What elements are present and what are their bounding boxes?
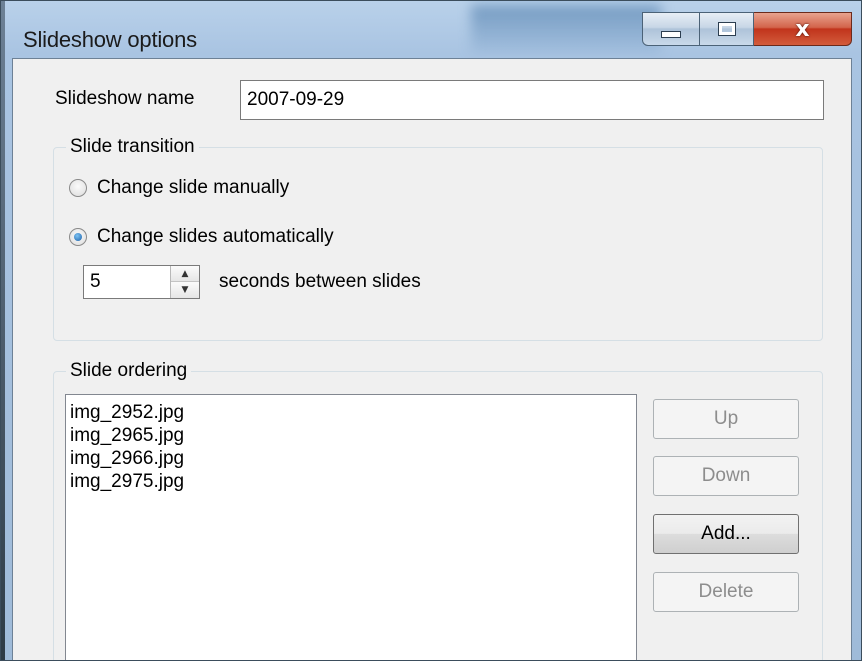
minimize-icon xyxy=(661,30,681,38)
spin-down-icon[interactable]: ▼ xyxy=(171,282,199,298)
dialog-client-area: Slideshow name Slide transition Change s… xyxy=(12,58,852,660)
list-item[interactable]: img_2966.jpg xyxy=(70,447,632,470)
spin-up-icon[interactable]: ▲ xyxy=(171,266,199,282)
radio-row-manual[interactable]: Change slide manually xyxy=(69,177,289,199)
list-item[interactable]: img_2975.jpg xyxy=(70,470,632,493)
dialog-window: Slideshow options x Slideshow name Slide… xyxy=(0,0,862,661)
add-button[interactable]: Add... xyxy=(653,514,799,554)
radio-manual[interactable] xyxy=(69,179,87,197)
titlebar-glow xyxy=(471,5,661,53)
window-title: Slideshow options xyxy=(23,27,197,52)
maximize-icon xyxy=(717,22,736,36)
caption-buttons: x xyxy=(642,12,852,46)
slide-list[interactable]: img_2952.jpg img_2965.jpg img_2966.jpg i… xyxy=(65,394,637,660)
slide-ordering-title: Slide ordering xyxy=(66,360,192,382)
close-button[interactable]: x xyxy=(754,12,852,46)
close-icon: x xyxy=(795,16,810,42)
radio-manual-label: Change slide manually xyxy=(97,177,290,198)
maximize-button[interactable] xyxy=(700,12,754,46)
seconds-input[interactable] xyxy=(84,266,174,298)
list-item[interactable]: img_2952.jpg xyxy=(70,401,632,424)
slideshow-name-input[interactable] xyxy=(240,80,824,120)
radio-automatic[interactable] xyxy=(69,228,87,246)
spin-buttons: ▲ ▼ xyxy=(170,266,199,298)
list-item[interactable]: img_2965.jpg xyxy=(70,424,632,447)
seconds-label: seconds between slides xyxy=(219,271,421,292)
slide-transition-title: Slide transition xyxy=(66,136,199,158)
slideshow-name-label: Slideshow name xyxy=(55,88,195,109)
seconds-stepper[interactable]: ▲ ▼ xyxy=(83,265,200,299)
radio-automatic-label: Change slides automatically xyxy=(97,226,334,247)
down-button[interactable]: Down xyxy=(653,456,799,496)
window-left-edge xyxy=(1,1,5,660)
up-button[interactable]: Up xyxy=(653,399,799,439)
delete-button[interactable]: Delete xyxy=(653,572,799,612)
radio-row-automatic[interactable]: Change slides automatically xyxy=(69,226,334,248)
minimize-button[interactable] xyxy=(642,12,700,46)
